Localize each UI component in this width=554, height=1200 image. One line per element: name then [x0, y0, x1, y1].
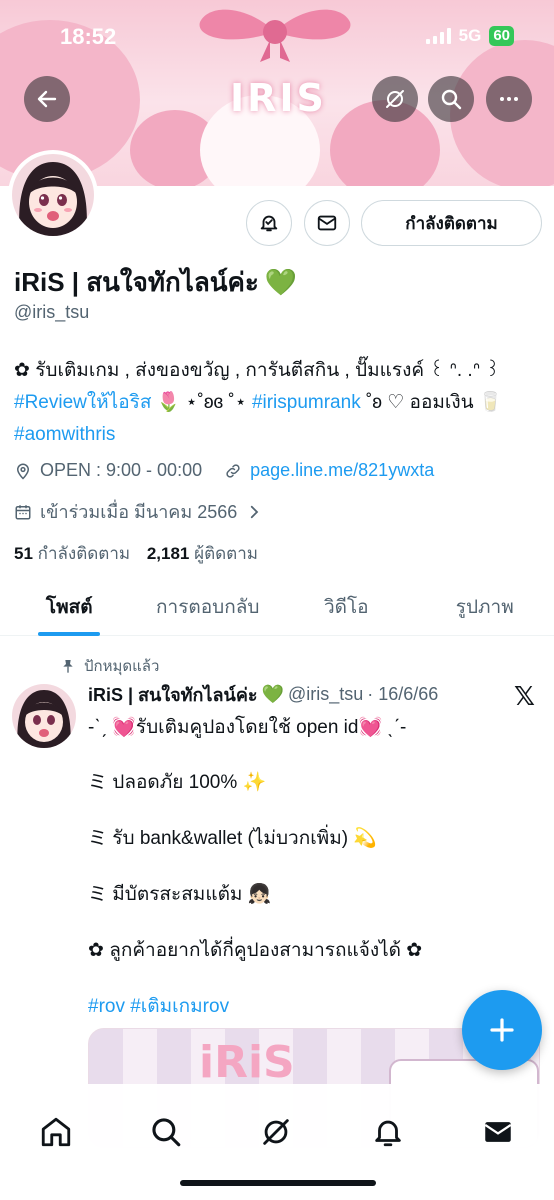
home-icon: [41, 1117, 71, 1147]
post-date[interactable]: · 16/6/66: [367, 684, 438, 705]
back-arrow-icon: [37, 90, 57, 108]
post-author-handle[interactable]: @iris_tsu: [288, 684, 363, 705]
location-icon: [16, 463, 30, 480]
back-button[interactable]: [24, 76, 70, 122]
pin-icon: [63, 660, 73, 673]
chevron-right-icon: [251, 505, 259, 518]
post-hashtags[interactable]: #rov #เติมเกมrov: [88, 991, 229, 1021]
plus-icon: [490, 1018, 514, 1042]
nav-home[interactable]: [26, 1102, 86, 1162]
following-count: 51: [14, 544, 33, 563]
messages-icon: [484, 1122, 512, 1142]
status-indicators: 5G 60: [425, 26, 514, 46]
location-text: OPEN : 9:00 - 00:00: [40, 460, 203, 480]
notification-bell-icon: [260, 215, 278, 232]
grok-nav-icon: [263, 1119, 289, 1145]
profile-avatar[interactable]: [8, 150, 98, 240]
link-icon: [226, 463, 240, 478]
display-name-text: iRiS | สนใจทักไลน์ค่ะ: [14, 267, 259, 297]
battery-icon: 60: [489, 26, 514, 46]
post-text-line: ミ มีบัตรสะสมแต้ม 👧🏻: [88, 884, 272, 905]
bio-text: 🌷 ⋆˚ʚɞ ˚⋆: [151, 392, 252, 413]
joined-row[interactable]: เข้าร่วมเมื่อ มีนาคม 2566: [14, 497, 263, 526]
tab-posts[interactable]: โพสต์: [0, 578, 139, 635]
post-text-line: -ˋˏ 💓รับเติมคูปองโดยใช้ open id💓 ˎˊ-: [88, 717, 407, 738]
nav-grok[interactable]: [246, 1102, 306, 1162]
banner-brand-text: IRIS: [230, 76, 327, 120]
pinned-indicator: ปักหมุดแล้ว: [60, 654, 159, 678]
nav-messages[interactable]: [468, 1102, 528, 1162]
display-name: iRiS | สนใจทักไลน์ค่ะ 💚: [14, 262, 297, 303]
nav-explore[interactable]: [136, 1102, 196, 1162]
home-indicator: [180, 1180, 376, 1186]
profile-bio: ✿ รับเติมเกม , ส่งของขวัญ , การันตีสกิน …: [14, 355, 544, 451]
tab-videos[interactable]: วิดีโอ: [277, 578, 416, 635]
following-stat[interactable]: 51 กำลังติดตาม: [14, 544, 130, 563]
bio-hashtag[interactable]: #Reviewให้ไอริส: [14, 392, 151, 413]
followers-count: 2,181: [146, 544, 190, 563]
post-media-text: iRiS: [199, 1037, 295, 1088]
post-text-line: ミ ปลอดภัย 100% ✨: [88, 772, 267, 793]
post-text-line: ミ รับ bank&wallet (ไม่บวกเพิ่ม) 💫: [88, 828, 377, 849]
user-handle: @iris_tsu: [14, 302, 90, 322]
post-author-avatar[interactable]: [12, 684, 76, 748]
signal-icon: [425, 28, 451, 44]
mail-icon: [317, 215, 337, 231]
more-button[interactable]: [486, 76, 532, 122]
status-bar: 18:52 5G 60: [0, 0, 554, 74]
notification-subscribe-button[interactable]: [246, 200, 292, 246]
post-author-emoji: 💚: [261, 684, 284, 704]
search-button[interactable]: [428, 76, 474, 122]
profile-tabs: โพสต์ การตอบกลับ วิดีโอ รูปภาพ: [0, 578, 554, 636]
name-emoji: 💚: [264, 267, 298, 297]
more-icon: [500, 97, 518, 101]
tab-replies[interactable]: การตอบกลับ: [139, 578, 278, 635]
x-logo-icon[interactable]: 𝕏: [514, 682, 535, 712]
followers-label: ผู้ติดตาม: [194, 544, 258, 563]
following-button[interactable]: กำลังติดตาม: [361, 200, 542, 246]
status-time: 18:52: [60, 24, 117, 49]
grok-icon: [386, 90, 404, 108]
joined-text: เข้าร่วมเมื่อ มีนาคม 2566: [40, 502, 238, 522]
explore-icon: [152, 1118, 181, 1147]
calendar-icon: [15, 504, 31, 519]
bio-line: ✿ รับเติมเกม , ส่งของขวัญ , การันตีสกิน …: [14, 360, 501, 381]
compose-post-button[interactable]: [462, 990, 542, 1070]
profile-link[interactable]: page.line.me/821ywxta: [250, 460, 434, 481]
notifications-icon: [375, 1120, 401, 1147]
battery-level: 60: [493, 27, 510, 44]
bio-text: ˚ʚ ♡ ออมเงิน 🥛: [360, 392, 503, 413]
nav-notifications[interactable]: [358, 1102, 418, 1162]
tab-photos[interactable]: รูปภาพ: [416, 578, 554, 635]
profile-meta-row: OPEN : 9:00 - 00:00 page.line.me/821ywxt…: [14, 460, 434, 481]
pinned-label: ปักหมุดแล้ว: [84, 658, 160, 675]
post-author-name[interactable]: iRiS | สนใจทักไลน์ค่ะ: [88, 680, 258, 709]
post-text-line: ✿ ลูกค้าอยากได้กี่คูปองสามารถแจ้งได้ ✿: [88, 940, 423, 961]
followers-stat[interactable]: 2,181 ผู้ติดตาม: [147, 544, 258, 563]
following-label: กำลังติดตาม: [37, 544, 131, 563]
follow-stats: 51 กำลังติดตาม 2,181 ผู้ติดตาม: [14, 540, 258, 567]
grok-button[interactable]: [372, 76, 418, 122]
message-button[interactable]: [304, 200, 350, 246]
bio-hashtag[interactable]: #aomwithris: [14, 424, 115, 445]
bio-hashtag[interactable]: #irispumrank: [252, 392, 361, 413]
search-icon: [441, 89, 462, 110]
avatar: [12, 154, 94, 236]
post-header: iRiS | สนใจทักไลน์ค่ะ 💚 @iris_tsu · 16/6…: [88, 680, 438, 709]
network-label: 5G: [458, 26, 482, 45]
